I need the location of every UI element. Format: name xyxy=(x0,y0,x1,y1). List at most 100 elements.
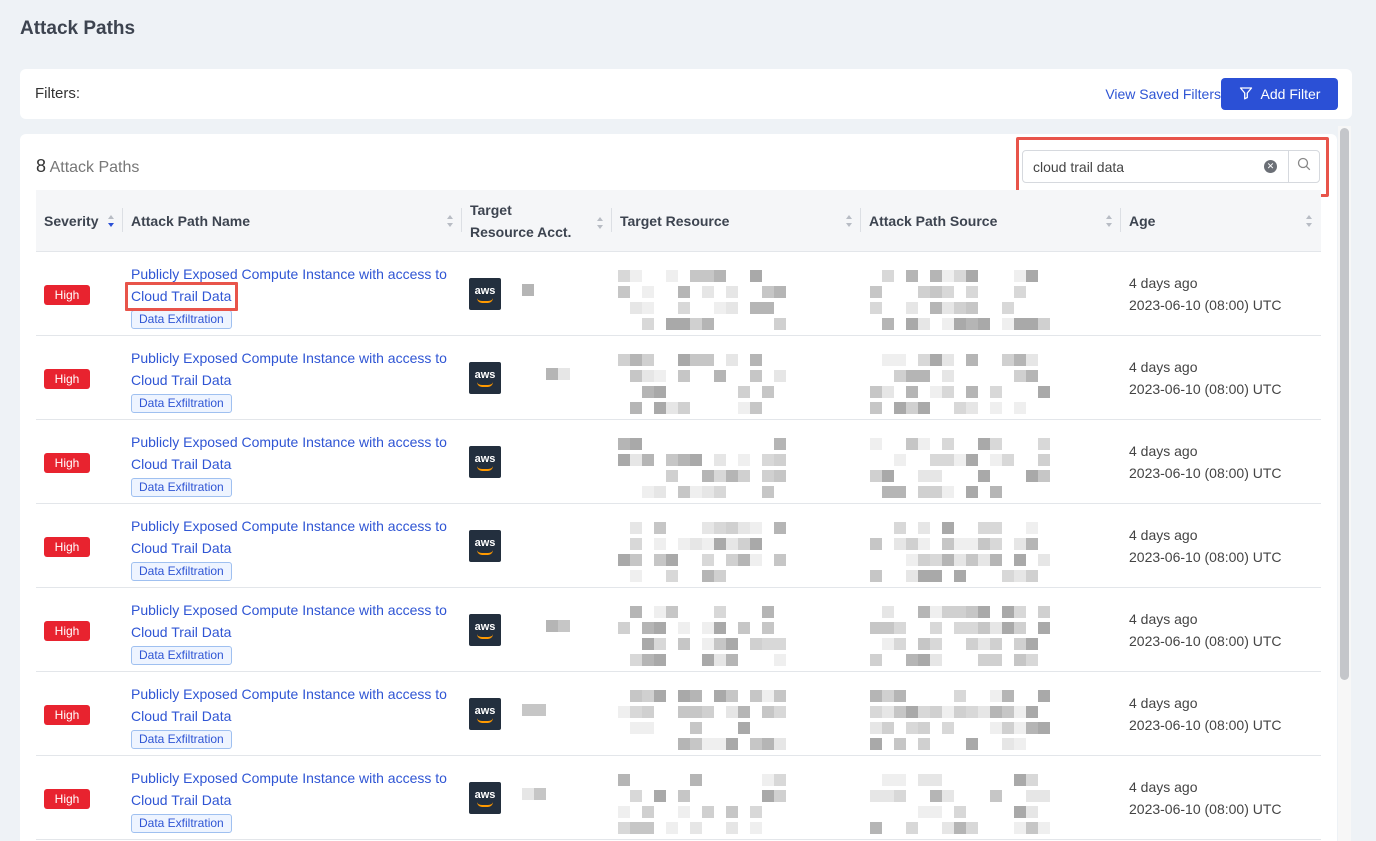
attack-path-name-cell: Publicly Exposed Compute Instance with a… xyxy=(125,263,461,329)
filters-label: Filters: xyxy=(35,85,80,102)
page-title: Attack Paths xyxy=(20,18,136,39)
redacted-target-resource xyxy=(618,606,788,666)
category-tag[interactable]: Data Exfiltration xyxy=(131,814,232,833)
attack-path-name-link[interactable]: Publicly Exposed Compute Instance with a… xyxy=(125,266,447,311)
category-tag[interactable]: Data Exfiltration xyxy=(131,478,232,497)
redacted-account xyxy=(522,452,572,462)
attack-path-name-link[interactable]: Publicly Exposed Compute Instance with a… xyxy=(131,434,447,472)
table-body: High Publicly Exposed Compute Instance wi… xyxy=(36,252,1321,840)
redacted-attack-path-source xyxy=(870,606,1060,666)
clear-icon[interactable]: ✕ xyxy=(1264,160,1277,173)
redacted-attack-path-source xyxy=(870,690,1060,750)
severity-badge: High xyxy=(44,621,90,641)
search-input[interactable] xyxy=(1023,151,1291,182)
age-timestamp: 2023-06-10 (08:00) UTC xyxy=(1129,801,1282,817)
attack-path-name-match: Cloud Trail Data xyxy=(131,540,232,556)
column-header-target-resource[interactable]: Target Resource xyxy=(612,190,861,252)
add-filter-label: Add Filter xyxy=(1260,86,1321,102)
redacted-attack-path-source xyxy=(870,774,1060,834)
attack-path-name-match: Cloud Trail Data xyxy=(131,792,232,808)
attack-paths-panel: 8 Attack Paths ✕ Severity Attack Path Na… xyxy=(20,134,1337,841)
attack-path-name-cell: Publicly Exposed Compute Instance with a… xyxy=(131,767,461,833)
aws-icon: aws xyxy=(469,362,501,394)
age-timestamp: 2023-06-10 (08:00) UTC xyxy=(1129,549,1282,565)
severity-badge: High xyxy=(44,789,90,809)
attack-path-name-match: Cloud Trail Data xyxy=(131,624,232,640)
sort-icon xyxy=(446,214,454,228)
redacted-attack-path-source xyxy=(870,270,1060,330)
sort-icon xyxy=(845,214,853,228)
column-header-severity[interactable]: Severity xyxy=(36,190,123,252)
severity-badge: High xyxy=(44,453,90,473)
attack-path-name-link[interactable]: Publicly Exposed Compute Instance with a… xyxy=(131,770,447,808)
add-filter-button[interactable]: Add Filter xyxy=(1221,78,1338,110)
redacted-target-resource xyxy=(618,270,788,330)
sort-icon xyxy=(1105,214,1113,228)
redacted-target-resource xyxy=(618,522,788,582)
filter-icon xyxy=(1239,86,1253,103)
filter-bar: Filters: View Saved Filters Add Filter xyxy=(20,69,1352,119)
attack-path-name-match: Cloud Trail Data xyxy=(125,282,239,311)
view-saved-filters-link[interactable]: View Saved Filters xyxy=(1105,86,1221,102)
search-icon xyxy=(1297,157,1311,176)
attack-path-name-match: Cloud Trail Data xyxy=(131,456,232,472)
column-header-attack-path-name[interactable]: Attack Path Name xyxy=(123,190,462,252)
redacted-account xyxy=(522,704,572,716)
category-tag[interactable]: Data Exfiltration xyxy=(131,394,232,413)
search-button[interactable] xyxy=(1288,151,1319,182)
column-header-target-resource-acct[interactable]: Target Resource Acct. xyxy=(462,190,612,252)
result-count-label: Attack Paths xyxy=(49,159,140,176)
redacted-attack-path-source xyxy=(870,354,1060,414)
age-relative: 4 days ago xyxy=(1129,275,1198,291)
redacted-account xyxy=(522,536,572,546)
age-timestamp: 2023-06-10 (08:00) UTC xyxy=(1129,717,1282,733)
sort-icon xyxy=(1305,214,1313,228)
age-relative: 4 days ago xyxy=(1129,695,1198,711)
attack-path-name-link[interactable]: Publicly Exposed Compute Instance with a… xyxy=(131,350,447,388)
category-tag[interactable]: Data Exfiltration xyxy=(131,730,232,749)
table-row[interactable]: High Publicly Exposed Compute Instance wi… xyxy=(36,420,1321,504)
age-timestamp: 2023-06-10 (08:00) UTC xyxy=(1129,297,1282,313)
attack-path-name-link[interactable]: Publicly Exposed Compute Instance with a… xyxy=(131,518,447,556)
sort-icon xyxy=(107,214,115,228)
table-row[interactable]: High Publicly Exposed Compute Instance wi… xyxy=(36,756,1321,840)
redacted-account xyxy=(522,284,572,296)
redacted-attack-path-source xyxy=(870,438,1060,498)
attack-paths-table: Severity Attack Path Name Target Resourc… xyxy=(36,190,1321,840)
attack-path-name-match: Cloud Trail Data xyxy=(131,372,232,388)
attack-path-name-link[interactable]: Publicly Exposed Compute Instance with a… xyxy=(131,686,447,724)
attack-path-name-link[interactable]: Publicly Exposed Compute Instance with a… xyxy=(131,602,447,640)
redacted-attack-path-source xyxy=(870,522,1060,582)
column-header-age[interactable]: Age xyxy=(1121,190,1321,252)
redacted-account xyxy=(522,620,572,632)
scrollbar-thumb[interactable] xyxy=(1340,128,1349,680)
table-row[interactable]: High Publicly Exposed Compute Instance wi… xyxy=(36,588,1321,672)
category-tag[interactable]: Data Exfiltration xyxy=(131,646,232,665)
table-row[interactable]: High Publicly Exposed Compute Instance wi… xyxy=(36,336,1321,420)
table-header: Severity Attack Path Name Target Resourc… xyxy=(36,190,1321,252)
redacted-target-resource xyxy=(618,354,788,414)
attack-path-name-cell: Publicly Exposed Compute Instance with a… xyxy=(131,515,461,581)
redacted-target-resource xyxy=(618,690,788,750)
table-row[interactable]: High Publicly Exposed Compute Instance wi… xyxy=(36,672,1321,756)
category-tag[interactable]: Data Exfiltration xyxy=(131,562,232,581)
age-timestamp: 2023-06-10 (08:00) UTC xyxy=(1129,381,1282,397)
aws-icon: aws xyxy=(469,278,501,310)
age-relative: 4 days ago xyxy=(1129,611,1198,627)
attack-path-name-match: Cloud Trail Data xyxy=(131,708,232,724)
attack-path-name-cell: Publicly Exposed Compute Instance with a… xyxy=(131,347,461,413)
attack-path-name-cell: Publicly Exposed Compute Instance with a… xyxy=(131,683,461,749)
severity-badge: High xyxy=(44,537,90,557)
category-tag[interactable]: Data Exfiltration xyxy=(131,310,232,329)
age-relative: 4 days ago xyxy=(1129,779,1198,795)
aws-icon: aws xyxy=(469,446,501,478)
severity-badge: High xyxy=(44,285,90,305)
table-row[interactable]: High Publicly Exposed Compute Instance wi… xyxy=(36,504,1321,588)
attack-path-name-cell: Publicly Exposed Compute Instance with a… xyxy=(131,431,461,497)
column-header-attack-path-source[interactable]: Attack Path Source xyxy=(861,190,1121,252)
table-row[interactable]: High Publicly Exposed Compute Instance wi… xyxy=(36,252,1321,336)
redacted-target-resource xyxy=(618,774,788,834)
severity-badge: High xyxy=(44,705,90,725)
age-relative: 4 days ago xyxy=(1129,359,1198,375)
search-box: ✕ xyxy=(1022,150,1320,183)
